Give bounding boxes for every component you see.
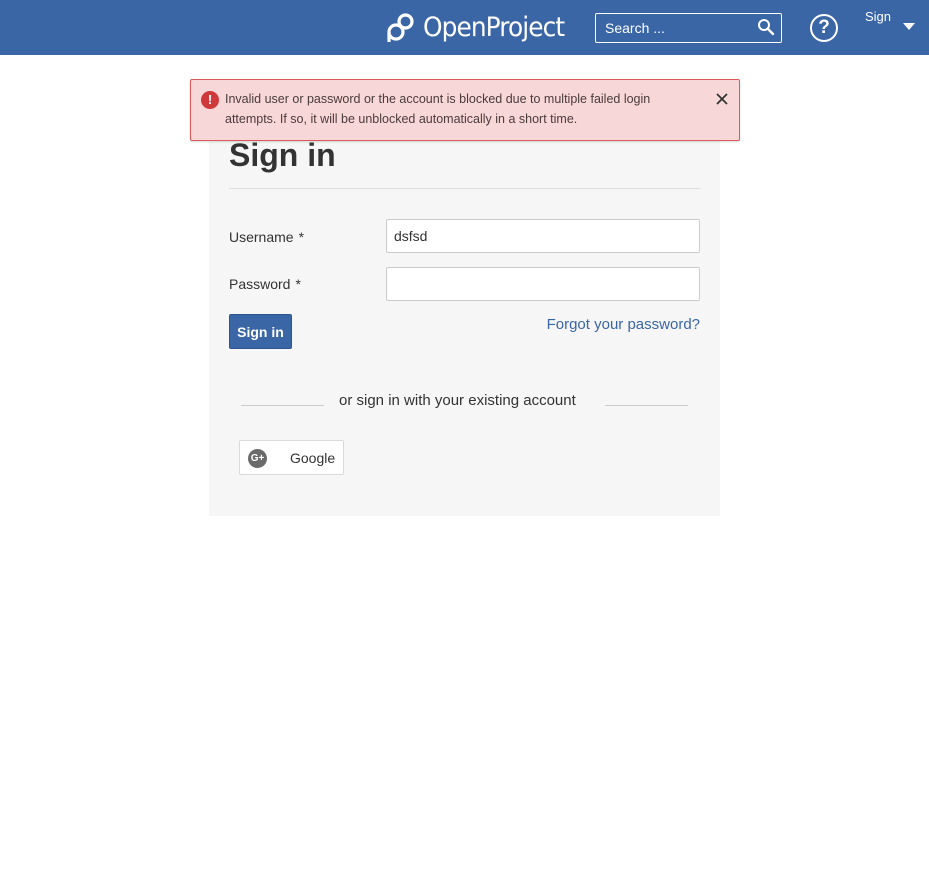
close-icon[interactable] (715, 92, 729, 106)
title-divider (229, 188, 700, 189)
signin-menu-label: Sign in (865, 9, 892, 24)
google-label: Google (290, 450, 336, 466)
help-icon[interactable]: ? (810, 14, 838, 42)
username-label-text: Username (229, 229, 294, 245)
search-box[interactable] (595, 13, 782, 43)
search-input[interactable] (596, 14, 751, 42)
password-label: Password * (229, 276, 301, 292)
google-plus-icon: G+ (248, 449, 267, 468)
caret-down-icon[interactable] (903, 23, 915, 30)
required-marker: * (298, 229, 305, 245)
signin-menu-button[interactable]: Sign in (865, 0, 897, 55)
divider-right (605, 405, 688, 406)
divider-left (241, 405, 324, 406)
logo-text: OpenProject (423, 11, 565, 43)
password-label-text: Password (229, 276, 291, 292)
required-marker: * (295, 276, 301, 292)
username-field[interactable] (386, 219, 700, 253)
error-message: Invalid user or password or the account … (225, 92, 651, 126)
forgot-password-link[interactable]: Forgot your password? (547, 316, 700, 333)
page-title: Sign in (229, 137, 336, 173)
login-card: Sign in Username* Password* Sign in Forg… (209, 110, 720, 516)
error-flash: ! Invalid user or password or the accoun… (190, 79, 740, 141)
google-signin-button[interactable]: G+ Google (239, 440, 344, 475)
password-field[interactable] (386, 267, 700, 301)
error-icon: ! (201, 91, 219, 109)
username-label: Username * (229, 229, 304, 245)
alt-signin-text: or sign in with your existing account (339, 392, 576, 409)
search-icon[interactable] (757, 18, 775, 36)
sign-in-button[interactable]: Sign in (229, 314, 292, 349)
openproject-logo[interactable]: OpenProject (385, 9, 577, 45)
top-header: OpenProject ? Sign in (0, 0, 929, 55)
logo-icon (387, 13, 414, 42)
